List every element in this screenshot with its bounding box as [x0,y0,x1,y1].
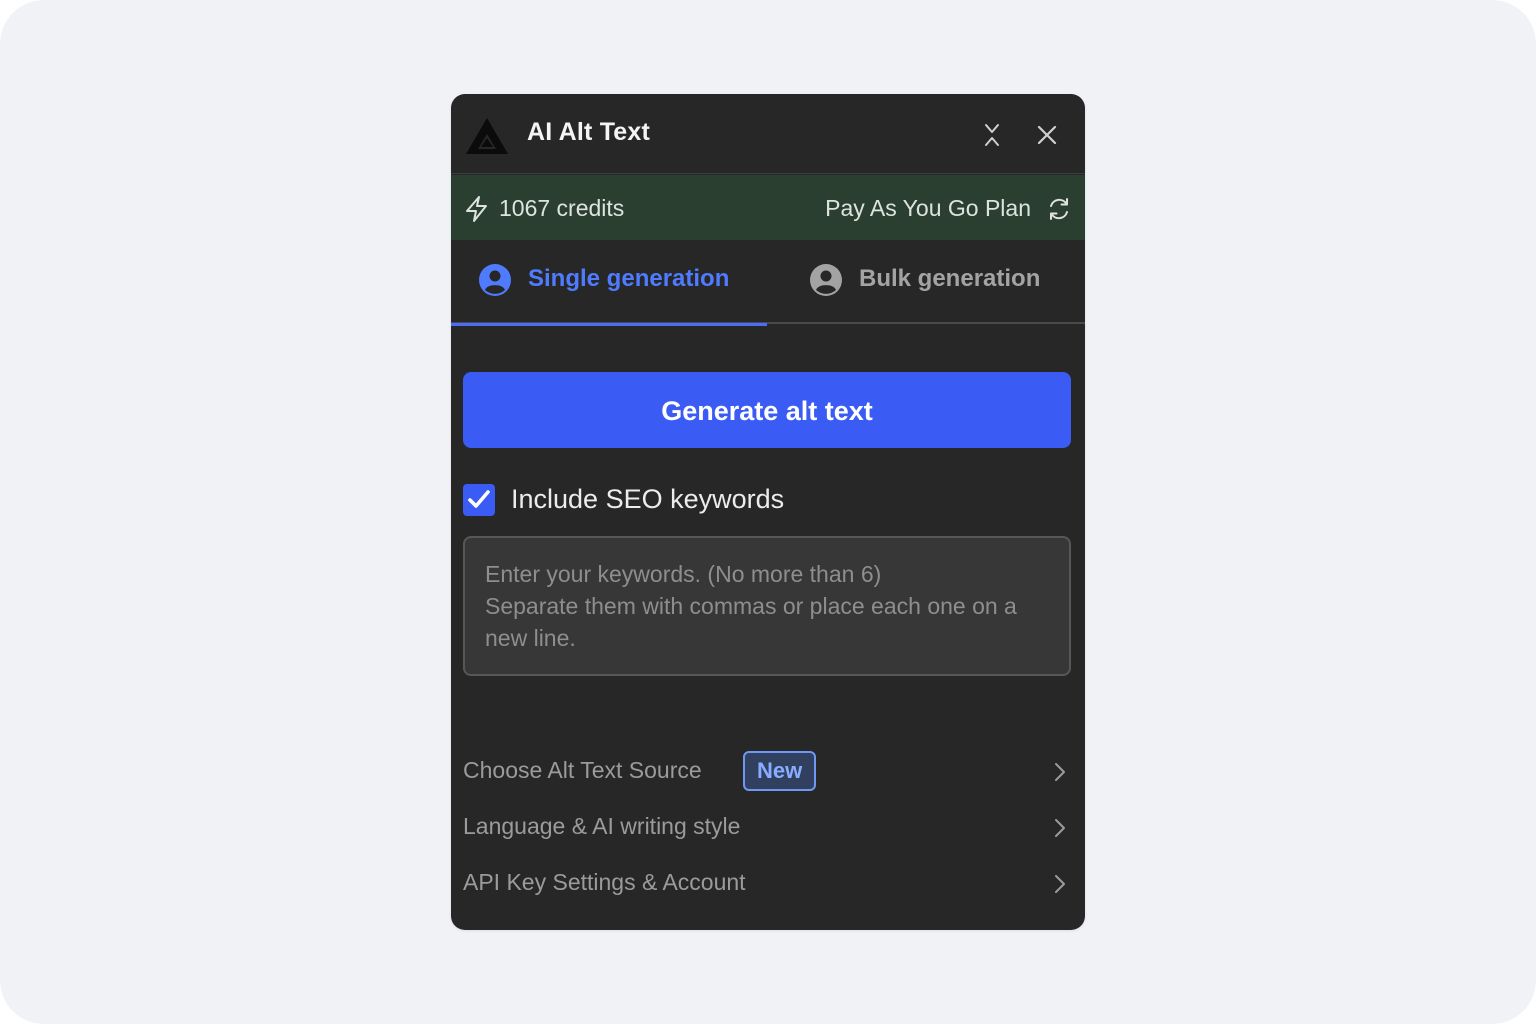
menu-item-label: Language & AI writing style [463,813,741,839]
menu-item-api-key-settings[interactable]: API Key Settings & Account [463,863,1073,907]
triangle-logo-icon [466,118,508,154]
panel-header: AI Alt Text [451,94,1085,174]
generate-alt-text-button[interactable]: Generate alt text [463,372,1071,448]
close-icon [1037,125,1057,145]
menu-item-label: API Key Settings & Account [463,869,746,895]
keywords-input[interactable] [463,536,1071,676]
collapse-button[interactable] [977,120,1007,150]
chevron-right-icon [1055,819,1065,837]
page-background: AI Alt Text 1067 credits Pay As You Go P… [0,0,1536,1024]
chevron-right-icon [1055,763,1065,781]
menu-item-alt-text-source[interactable]: Choose Alt Text Source New [463,751,1073,795]
collapse-icon [985,124,999,146]
menu-item-language-style[interactable]: Language & AI writing style [463,807,1073,851]
credits-bar: 1067 credits Pay As You Go Plan [451,175,1085,240]
credits-count: 1067 credits [499,195,625,221]
lightning-bolt-icon [466,196,487,222]
user-circle-icon [810,264,842,296]
app-title: AI Alt Text [527,118,651,146]
plan-name: Pay As You Go Plan [825,195,1031,221]
new-badge: New [743,751,817,791]
alt-text-panel: AI Alt Text 1067 credits Pay As You Go P… [451,94,1085,930]
close-button[interactable] [1032,120,1062,150]
checkmark-icon [468,490,490,508]
menu-item-label: Choose Alt Text Source [463,757,702,783]
tab-label: Bulk generation [859,265,1041,292]
refresh-icon[interactable] [1046,196,1072,222]
active-tab-indicator [451,323,767,326]
generation-tabs: Single generation Bulk generation [451,240,1085,326]
tab-single-generation[interactable]: Single generation [451,240,767,326]
tab-bulk-generation[interactable]: Bulk generation [767,240,1085,324]
tab-label: Single generation [528,265,730,292]
chevron-right-icon [1055,875,1065,893]
seo-checkbox[interactable] [463,484,495,516]
seo-checkbox-label: Include SEO keywords [511,484,785,514]
user-circle-icon [479,264,511,296]
